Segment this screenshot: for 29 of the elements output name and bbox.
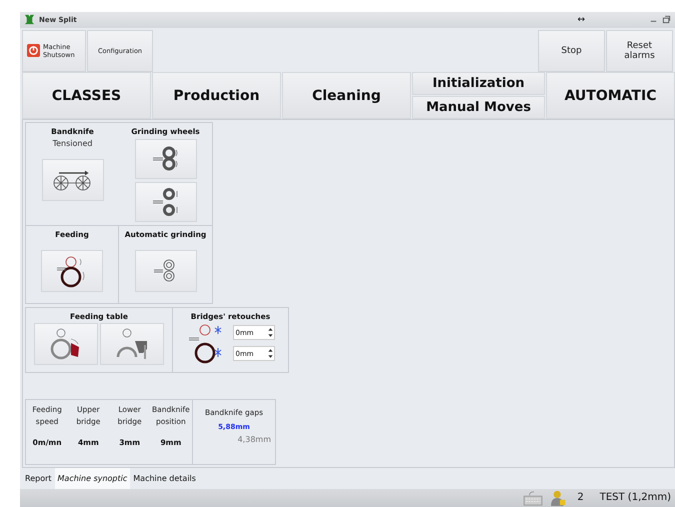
feeding-button[interactable] bbox=[41, 250, 103, 292]
bottom-tab[interactable]: Machine synoptic bbox=[54, 468, 130, 489]
automatic-grinding-button[interactable] bbox=[134, 250, 196, 292]
nav-button[interactable]: Manual Moves bbox=[412, 96, 545, 120]
status-text: Tensioned bbox=[52, 139, 92, 148]
gap-value: 4,38mm bbox=[238, 435, 271, 444]
app-icon bbox=[24, 14, 35, 26]
restore-icon[interactable] bbox=[662, 15, 671, 24]
bottom-tab[interactable]: Machine details bbox=[130, 468, 199, 489]
grinding-wheels-button[interactable] bbox=[134, 182, 196, 222]
nav-button[interactable]: Initialization bbox=[412, 72, 545, 96]
user-level: 2 bbox=[577, 492, 584, 504]
power-icon bbox=[27, 44, 40, 58]
bandknife-button[interactable] bbox=[42, 159, 104, 202]
resize-glyph[interactable]: ↔ bbox=[577, 14, 585, 25]
mode-indicator: TEST (1,2mm) bbox=[600, 492, 671, 504]
grinding-wheels-icon bbox=[150, 187, 180, 218]
bottom-tab[interactable]: Report bbox=[22, 468, 55, 489]
nav-button[interactable]: Production bbox=[152, 72, 281, 120]
stop-button[interactable]: Stop bbox=[538, 30, 605, 72]
nav-button[interactable]: Cleaning bbox=[282, 72, 411, 120]
grinding-wheels-button[interactable] bbox=[134, 139, 196, 180]
spin-arrows-icon[interactable] bbox=[266, 347, 274, 360]
feeding-table-button[interactable] bbox=[34, 323, 98, 366]
reset-alarms-button[interactable]: Reset alarms bbox=[606, 30, 673, 72]
nav-button[interactable]: CLASSES bbox=[22, 72, 151, 120]
nav-button[interactable]: AUTOMATIC bbox=[546, 72, 675, 120]
spin-arrows-icon[interactable] bbox=[266, 326, 274, 340]
feeding-table-button[interactable] bbox=[100, 323, 164, 366]
